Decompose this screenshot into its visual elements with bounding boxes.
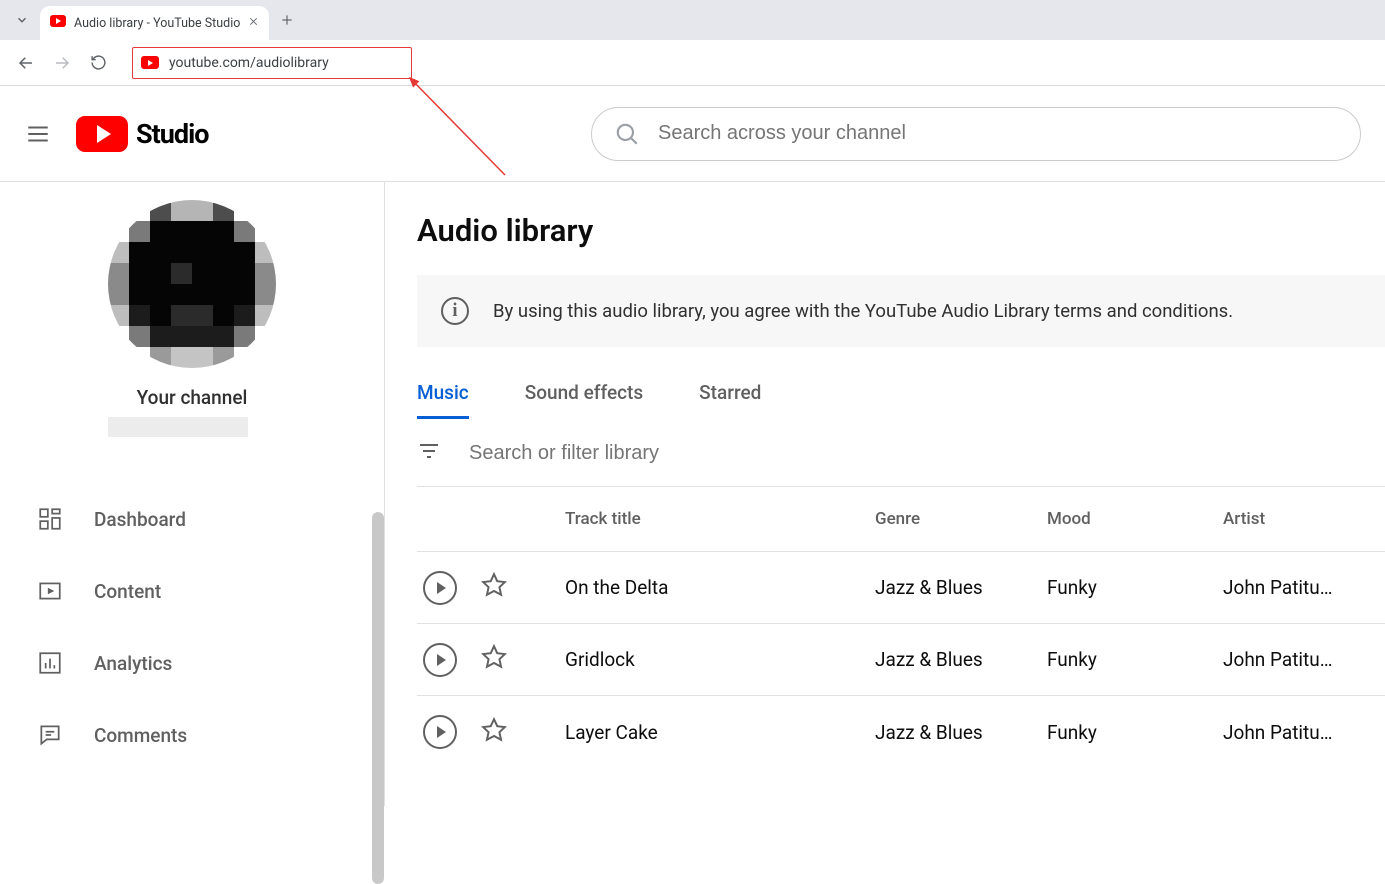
app: Studio [0, 86, 1385, 806]
tab-starred[interactable]: Starred [699, 381, 761, 419]
star-button[interactable] [481, 644, 507, 675]
col-artist[interactable]: Artist [1223, 509, 1385, 529]
track-genre: Jazz & Blues [875, 576, 1047, 599]
track-title: On the Delta [565, 576, 875, 599]
url-text: youtube.com/audiolibrary [169, 55, 329, 71]
track-mood: Funky [1047, 721, 1223, 744]
play-button[interactable] [423, 643, 457, 677]
track-artist: John Patitu… [1223, 648, 1385, 671]
play-button[interactable] [423, 715, 457, 749]
track-title: Layer Cake [565, 721, 875, 744]
back-button[interactable] [12, 49, 40, 77]
terms-notice: i By using this audio library, you agree… [417, 275, 1385, 347]
track-artist: John Patitu… [1223, 721, 1385, 744]
library-tabs: Music Sound effects Starred [417, 381, 1385, 419]
channel-label: Your channel [108, 386, 276, 409]
play-button[interactable] [423, 571, 457, 605]
sidebar-item-dashboard[interactable]: Dashboard [0, 483, 384, 555]
library-filter[interactable] [417, 439, 1385, 487]
sidebar-item-label: Comments [94, 724, 187, 747]
library-filter-input[interactable] [469, 442, 1385, 465]
filter-icon [417, 439, 441, 468]
info-icon: i [441, 297, 469, 325]
notice-text: By using this audio library, you agree w… [493, 300, 1233, 322]
tab-title: Audio library - YouTube Studio [74, 16, 240, 31]
channel-name-redacted [108, 417, 248, 437]
col-mood[interactable]: Mood [1047, 509, 1223, 529]
star-button[interactable] [481, 717, 507, 748]
sidebar-item-label: Analytics [94, 652, 172, 675]
youtube-logo-icon [76, 116, 128, 152]
track-mood: Funky [1047, 576, 1223, 599]
star-button[interactable] [481, 572, 507, 603]
site-favicon [141, 56, 159, 69]
sidebar-item-label: Dashboard [94, 508, 186, 531]
new-tab-button[interactable] [273, 6, 301, 34]
reload-button[interactable] [84, 49, 112, 77]
sidebar-item-comments[interactable]: Comments [0, 699, 384, 771]
logo-text: Studio [136, 118, 208, 150]
track-list: On the DeltaJazz & BluesFunkyJohn Patitu… [417, 552, 1385, 768]
app-header: Studio [0, 86, 1385, 182]
studio-logo[interactable]: Studio [76, 116, 208, 152]
search-icon [614, 121, 640, 147]
sidebar: Your channel Dashboard Content [0, 182, 385, 806]
tab-sound-effects[interactable]: Sound effects [525, 381, 643, 419]
sidebar-item-analytics[interactable]: Analytics [0, 627, 384, 699]
browser-tab[interactable]: Audio library - YouTube Studio [40, 6, 269, 40]
table-row[interactable]: On the DeltaJazz & BluesFunkyJohn Patitu… [417, 552, 1385, 624]
address-bar[interactable]: youtube.com/audiolibrary [132, 47, 412, 79]
content-icon [36, 577, 64, 605]
col-track-title[interactable]: Track title [565, 509, 875, 529]
channel-avatar[interactable] [108, 200, 276, 368]
tab-music[interactable]: Music [417, 381, 469, 419]
sidebar-scrollbar[interactable] [372, 512, 384, 884]
track-genre: Jazz & Blues [875, 648, 1047, 671]
track-artist: John Patitu… [1223, 576, 1385, 599]
sidebar-item-content[interactable]: Content [0, 555, 384, 627]
page-title: Audio library [417, 212, 1385, 249]
dashboard-icon [36, 505, 64, 533]
close-tab-button[interactable] [248, 16, 259, 31]
track-mood: Funky [1047, 648, 1223, 671]
channel-search-input[interactable] [658, 122, 1338, 145]
table-row[interactable]: Layer CakeJazz & BluesFunkyJohn Patitu… [417, 696, 1385, 768]
tab-search-button[interactable] [8, 6, 36, 34]
menu-button[interactable] [24, 120, 52, 148]
analytics-icon [36, 649, 64, 677]
col-genre[interactable]: Genre [875, 509, 1047, 529]
browser-chrome: Audio library - YouTube Studio youtube.c… [0, 0, 1385, 86]
track-title: Gridlock [565, 648, 875, 671]
main-content: Audio library i By using this audio libr… [385, 182, 1385, 806]
comments-icon [36, 721, 64, 749]
table-row[interactable]: GridlockJazz & BluesFunkyJohn Patitu… [417, 624, 1385, 696]
sidebar-nav: Dashboard Content Analytics [0, 483, 384, 771]
track-genre: Jazz & Blues [875, 721, 1047, 744]
forward-button[interactable] [48, 49, 76, 77]
youtube-favicon [50, 15, 66, 31]
channel-search[interactable] [591, 107, 1361, 161]
sidebar-item-label: Content [94, 580, 161, 603]
table-header: Track title Genre Mood Artist [417, 487, 1385, 552]
